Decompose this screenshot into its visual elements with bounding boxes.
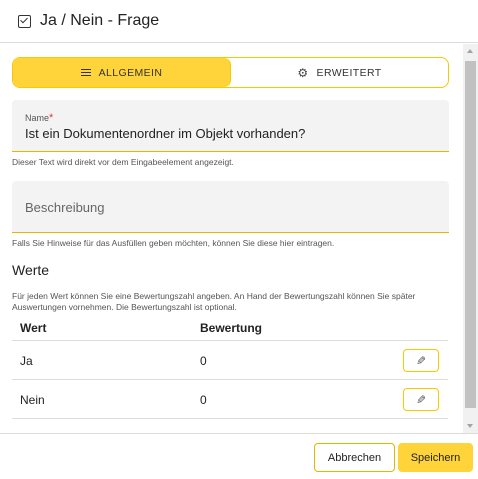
description-field[interactable]: Beschreibung [12,181,449,233]
scrollbar-thumb[interactable] [465,61,476,408]
values-section-title: Werte [12,262,50,278]
dialog-footer: Abbrechen Speichern [0,433,478,479]
table-row: Nein 0 ✎ [12,380,448,419]
column-header-wert: Wert [20,321,47,335]
row-bewertung: 0 [200,393,207,407]
checkbox-icon [18,14,31,28]
vertical-scrollbar[interactable] [463,44,478,433]
column-header-bewertung: Bewertung [200,321,263,335]
tab-erweitert[interactable]: ⚙ ERWEITERT [231,58,448,87]
edit-button[interactable]: ✎ [403,349,439,372]
row-bewertung: 0 [200,354,207,368]
pencil-icon: ✎ [415,353,427,368]
table-header: Wert Bewertung [12,318,448,341]
row-wert: Ja [20,354,33,368]
save-button[interactable]: Speichern [398,443,473,472]
name-field[interactable]: Name* Ist ein Dokumentenordner im Objekt… [12,100,449,152]
scroll-up-arrow-icon[interactable] [467,49,473,53]
name-field-value: Ist ein Dokumentenordner im Objekt vorha… [25,126,306,141]
tab-erweitert-label: ERWEITERT [316,66,382,79]
values-section-hint: Für jeden Wert können Sie eine Bewertung… [12,291,416,312]
edit-button[interactable]: ✎ [403,388,439,411]
cancel-button[interactable]: Abbrechen [314,443,395,472]
description-placeholder: Beschreibung [25,200,105,215]
tab-allgemein-label: ALLGEMEIN [98,66,163,79]
name-field-label: Name* [25,112,54,124]
dialog-content: ALLGEMEIN ⚙ ERWEITERT Name* Ist ein Doku… [0,44,463,433]
description-field-hint: Falls Sie Hinweise für das Ausfüllen geb… [12,238,335,248]
gear-icon: ⚙ [297,65,309,80]
required-mark: * [49,112,54,124]
values-table: Wert Bewertung Ja 0 ✎ Nein 0 ✎ [12,318,448,419]
tab-bar: ALLGEMEIN ⚙ ERWEITERT [12,57,449,88]
name-field-hint: Dieser Text wird direkt vor dem Eingabee… [12,157,234,167]
list-icon [80,68,91,77]
row-wert: Nein [20,393,45,407]
dialog: Ja / Nein - Frage ALLGEMEIN ⚙ ERWEITERT … [0,0,478,479]
table-row: Ja 0 ✎ [12,341,448,380]
scroll-down-arrow-icon[interactable] [467,424,473,428]
dialog-header: Ja / Nein - Frage [0,0,478,43]
tab-allgemein[interactable]: ALLGEMEIN [13,58,231,87]
dialog-title: Ja / Nein - Frage [40,12,160,29]
pencil-icon: ✎ [415,392,427,407]
